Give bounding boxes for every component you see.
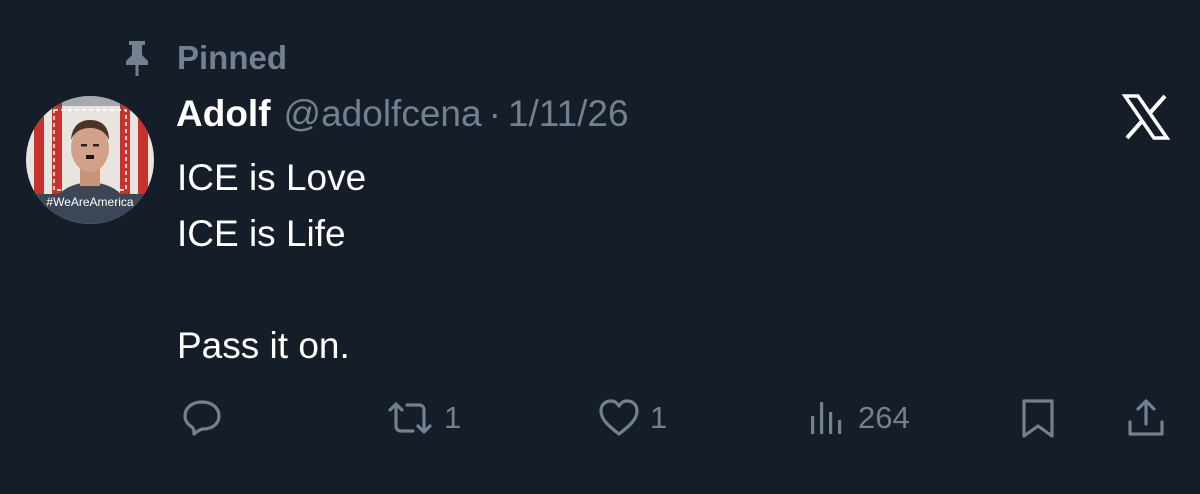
views-icon [806,396,850,440]
views-button[interactable]: 264 [806,392,910,444]
bookmark-button[interactable] [1018,392,1058,444]
post-text-line: Pass it on. [177,325,350,366]
repost-button[interactable]: 1 [384,392,461,444]
action-bar: 1 1 264 [0,392,1200,444]
separator-dot: · [488,93,501,134]
like-count: 1 [650,400,668,435]
share-icon [1124,396,1168,440]
heart-icon [596,396,642,440]
x-logo-icon [1121,92,1171,142]
pinned-post[interactable]: Pinned #WeAreAmerica Adolf @adolfcena · … [0,0,1200,494]
user-handle[interactable]: @adolfcena [284,93,482,135]
reply-button[interactable] [180,392,232,444]
share-button[interactable] [1124,392,1168,444]
post-text-line: ICE is Life [177,213,346,254]
post-text: ICE is Love ICE is Life Pass it on. [177,150,366,374]
pinned-indicator: Pinned [120,36,287,80]
avatar-caption: #WeAreAmerica [46,195,134,209]
pin-icon [120,38,154,78]
repost-icon [384,396,436,440]
views-count: 264 [858,400,910,435]
reply-icon [180,396,224,440]
post-text-line [177,262,366,318]
like-button[interactable]: 1 [596,392,667,444]
repost-count: 1 [444,400,462,435]
display-name[interactable]: Adolf [176,93,271,135]
post-header: Adolf @adolfcena · 1/11/26 [176,93,629,143]
bookmark-icon [1018,396,1058,440]
avatar[interactable]: #WeAreAmerica [26,96,154,224]
post-date[interactable]: 1/11/26 [508,93,629,135]
pinned-label: Pinned [177,39,288,76]
post-text-line: ICE is Love [177,157,367,198]
